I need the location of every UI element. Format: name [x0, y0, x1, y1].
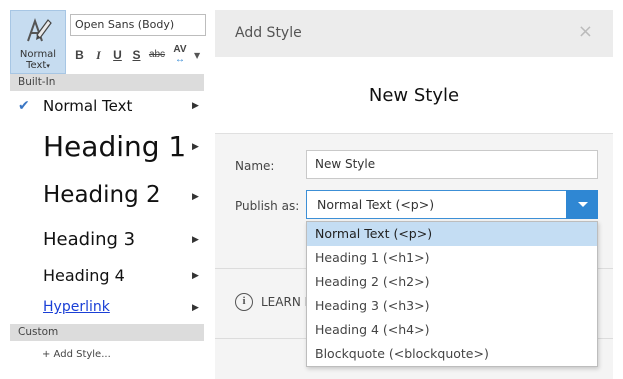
normal-text-style-button[interactable]: Normal Text▾ — [10, 10, 66, 74]
publish-as-label: Publish as: — [235, 199, 300, 213]
submenu-arrow-icon[interactable]: ▶ — [192, 235, 199, 245]
style-item-hyperlink[interactable]: Hyperlink ▶ — [10, 298, 206, 320]
style-item-heading-1[interactable]: Heading 1 ▶ — [10, 128, 206, 170]
chevron-down-icon[interactable]: ▼ — [194, 51, 200, 60]
learn-more-link[interactable]: i LEARN M — [235, 293, 315, 311]
strike-s-button[interactable]: S — [127, 45, 146, 65]
dialog-title: Add Style — [235, 25, 302, 41]
dropdown-option-heading-4[interactable]: Heading 4 (<h4>) — [307, 318, 597, 342]
underline-button[interactable]: U — [108, 45, 127, 65]
styles-panel: Normal Text▾ Open Sans (Body) B I U S abc… — [0, 0, 210, 379]
check-icon: ✔ — [18, 98, 30, 114]
spacing-arrows-icon: ↔ — [175, 54, 185, 65]
dropdown-option-normal-text[interactable]: Normal Text (<p>) — [307, 222, 597, 246]
dialog-header: Add Style × — [215, 10, 613, 57]
dropdown-arrow-button[interactable] — [566, 190, 598, 219]
submenu-arrow-icon[interactable]: ▶ — [192, 101, 199, 111]
style-preview: New Style — [215, 57, 613, 134]
submenu-arrow-icon[interactable]: ▶ — [192, 271, 199, 281]
dropdown-option-heading-2[interactable]: Heading 2 (<h2>) — [307, 270, 597, 294]
style-item-label: Heading 4 — [43, 266, 125, 285]
style-item-label: Heading 1 — [43, 130, 187, 163]
submenu-arrow-icon[interactable]: ▶ — [192, 192, 199, 202]
dropdown-option-heading-1[interactable]: Heading 1 (<h1>) — [307, 246, 597, 270]
bold-button[interactable]: B — [70, 45, 89, 65]
style-item-label: Heading 2 — [43, 182, 161, 208]
style-item-heading-4[interactable]: Heading 4 ▶ — [10, 265, 206, 289]
italic-button[interactable]: I — [89, 45, 108, 65]
character-spacing-button[interactable]: AV ↔ — [168, 45, 192, 65]
style-item-label: Normal Text — [43, 97, 133, 115]
format-toolbar: B I U S abc AV ↔ ▼ — [70, 44, 210, 66]
builtin-section-header: Built-In — [10, 74, 204, 91]
add-style-link[interactable]: + Add Style... — [42, 349, 111, 360]
style-pen-icon — [23, 17, 53, 49]
style-item-normal-text[interactable]: ✔ Normal Text ▶ — [10, 96, 206, 118]
name-field[interactable]: New Style — [306, 150, 598, 179]
submenu-arrow-icon[interactable]: ▶ — [192, 142, 199, 152]
info-icon: i — [235, 293, 253, 311]
normal-text-button-label: Normal Text▾ — [19, 49, 57, 71]
style-item-label: Heading 3 — [43, 229, 136, 250]
dropdown-option-blockquote[interactable]: Blockquote (<blockquote>) — [307, 342, 597, 366]
style-item-heading-3[interactable]: Heading 3 ▶ — [10, 228, 206, 254]
name-label: Name: — [235, 159, 275, 173]
strikethrough-button[interactable]: abc — [146, 45, 168, 65]
style-item-heading-2[interactable]: Heading 2 ▶ — [10, 182, 206, 216]
font-name-field[interactable]: Open Sans (Body) — [70, 14, 206, 36]
publish-as-value: Normal Text (<p>) — [317, 197, 435, 212]
publish-as-dropdown-list: Normal Text (<p>) Heading 1 (<h1>) Headi… — [306, 221, 598, 367]
preview-text: New Style — [368, 85, 460, 106]
publish-as-select[interactable]: Normal Text (<p>) — [306, 190, 598, 219]
custom-section-header: Custom — [10, 324, 204, 341]
close-icon[interactable]: × — [578, 21, 593, 42]
dropdown-option-heading-3[interactable]: Heading 3 (<h3>) — [307, 294, 597, 318]
style-item-label: Hyperlink — [43, 299, 110, 315]
submenu-arrow-icon[interactable]: ▶ — [192, 303, 199, 313]
